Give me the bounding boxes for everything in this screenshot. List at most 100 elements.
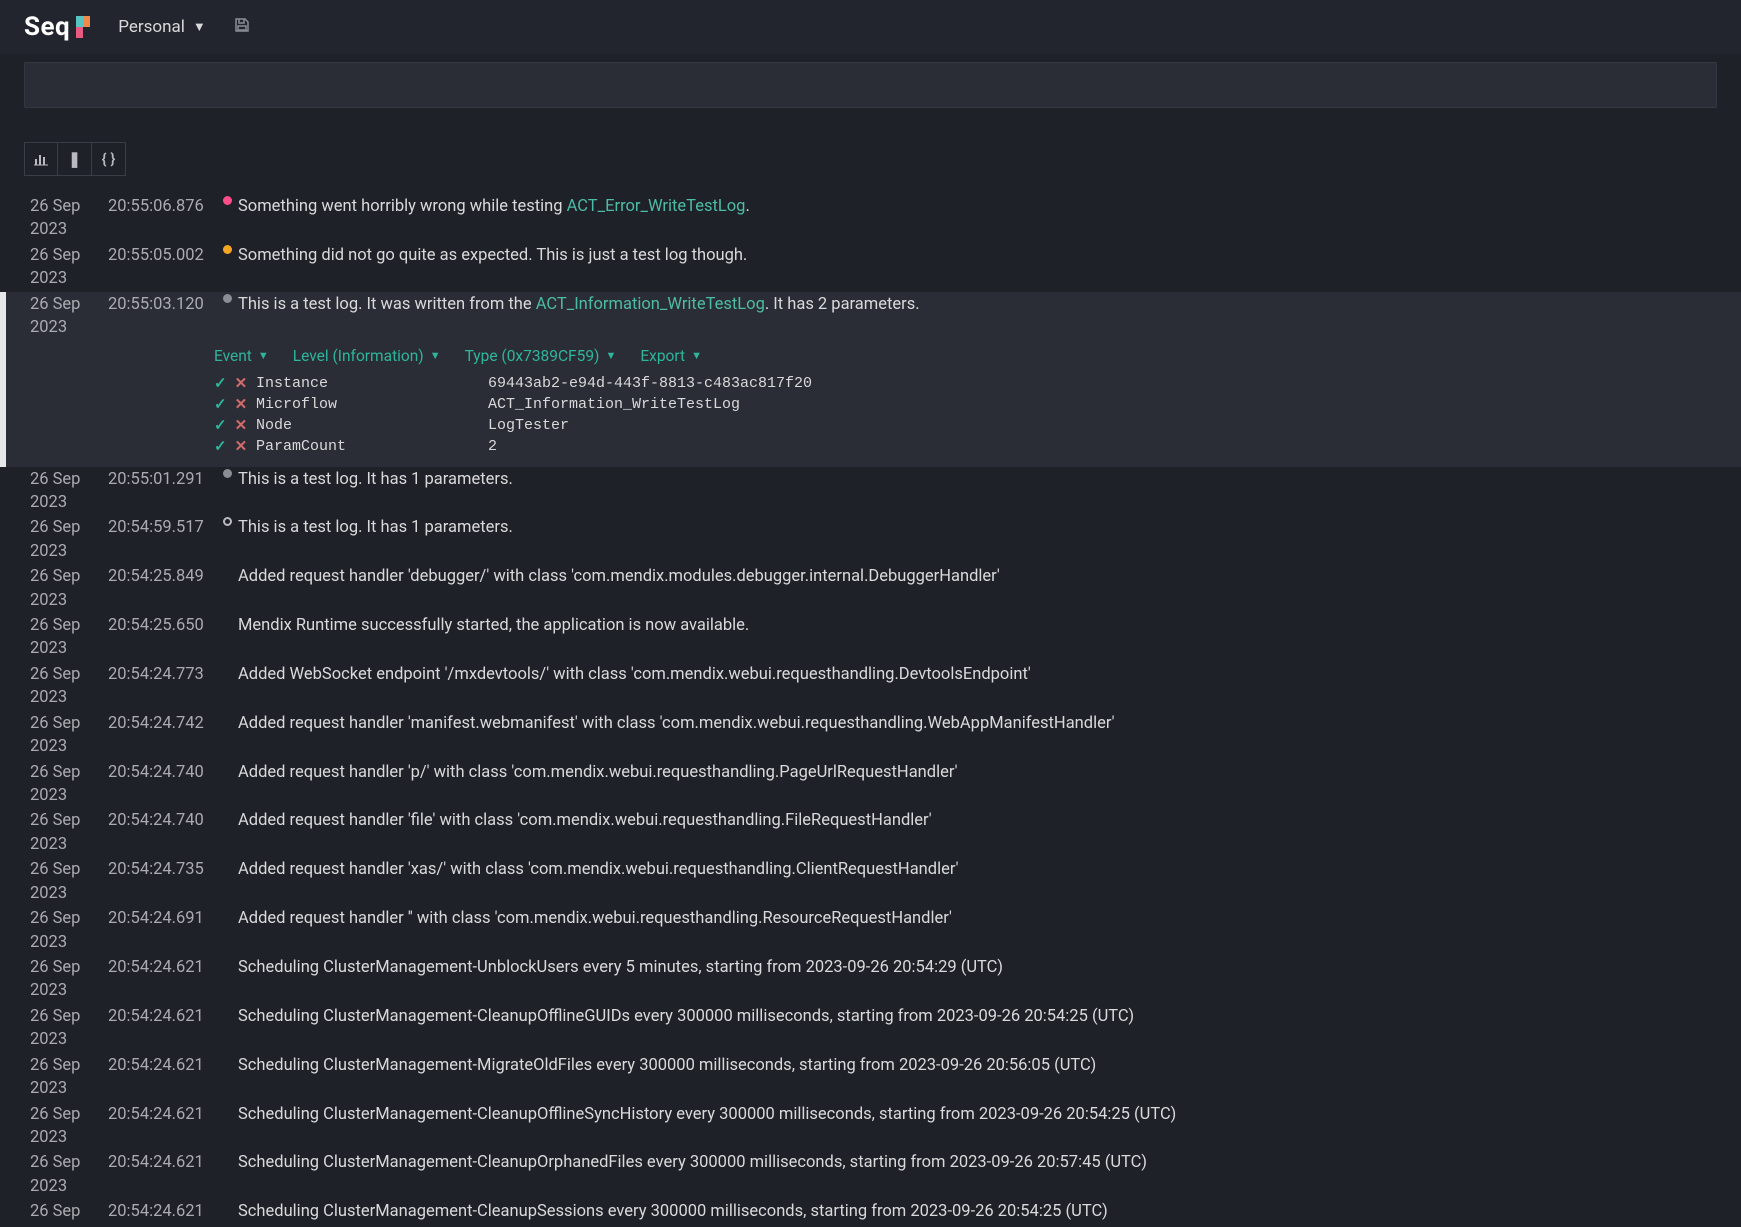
event-date: 26 Sep 2023 <box>30 565 108 612</box>
event-level <box>216 565 238 566</box>
event-message-link[interactable]: ACT_Information_WriteTestLog <box>536 295 765 314</box>
type-menu[interactable]: Type (0x7389CF59)▼ <box>465 347 617 365</box>
event-meta-bar: Event▼ Level (Information)▼ Type (0x7389CF… <box>214 347 1741 365</box>
event-date: 26 Sep 2023 <box>30 663 108 710</box>
event-date: 26 Sep 2023 <box>30 468 108 515</box>
event-date: 26 Sep 2023 <box>30 1200 108 1227</box>
exclude-filter-icon[interactable]: ✕ <box>235 395 248 414</box>
event-message: Something did not go quite as expected. … <box>238 244 1741 267</box>
event-menu[interactable]: Event▼ <box>214 347 269 365</box>
export-menu[interactable]: Export▼ <box>640 347 702 365</box>
event-level <box>216 244 238 254</box>
event-message: Something went horribly wrong while test… <box>238 195 1741 218</box>
event-message: Added request handler '' with class 'com… <box>238 907 1741 930</box>
event-time: 20:54:24.621 <box>108 1151 212 1174</box>
event-level <box>216 712 238 713</box>
event-date: 26 Sep 2023 <box>30 1103 108 1150</box>
event-message-text: Added request handler 'xas/' with class … <box>238 860 958 879</box>
include-filter-icon[interactable]: ✓ <box>214 395 227 414</box>
event-message: This is a test log. It was written from … <box>238 293 1741 316</box>
include-filter-icon[interactable]: ✓ <box>214 374 227 393</box>
exclude-filter-icon[interactable]: ✕ <box>235 416 248 435</box>
event-row[interactable]: 26 Sep 202320:55:01.291This is a test lo… <box>0 467 1741 516</box>
event-level <box>216 809 238 810</box>
event-time: 20:54:24.691 <box>108 907 212 930</box>
event-date: 26 Sep 2023 <box>30 956 108 1003</box>
event-date: 26 Sep 2023 <box>30 809 108 856</box>
event-level <box>216 1103 238 1104</box>
event-date: 26 Sep 2023 <box>30 293 108 340</box>
event-time: 20:55:01.291 <box>108 468 212 491</box>
event-row[interactable]: 26 Sep 202320:54:24.773Added WebSocket e… <box>0 662 1741 711</box>
event-message-text: Scheduling ClusterManagement-MigrateOldF… <box>238 1056 1096 1075</box>
event-row[interactable]: 26 Sep 202320:54:24.691Added request han… <box>0 906 1741 955</box>
event-message: Added request handler 'file' with class … <box>238 809 1741 832</box>
event-row[interactable]: 26 Sep 202320:54:24.621Scheduling Cluste… <box>0 1199 1741 1227</box>
event-row[interactable]: 26 Sep 202320:54:25.650Mendix Runtime su… <box>0 613 1741 662</box>
event-row[interactable]: 26 Sep 202320:54:24.621Scheduling Cluste… <box>0 1150 1741 1199</box>
property-row: ✓✕MicroflowACT_Information_WriteTestLog <box>214 394 1741 415</box>
event-row[interactable]: 26 Sep 202320:55:06.876Something went ho… <box>0 194 1741 243</box>
event-row[interactable]: 26 Sep 202320:54:24.740Added request han… <box>0 760 1741 809</box>
event-message: Scheduling ClusterManagement-CleanupOffl… <box>238 1103 1741 1126</box>
chart-button[interactable] <box>24 142 58 176</box>
event-message-link[interactable]: ACT_Error_WriteTestLog <box>567 197 746 216</box>
search-input[interactable] <box>24 62 1717 108</box>
logo[interactable]: Seq <box>24 12 90 42</box>
event-message-text: Added request handler 'manifest.webmanif… <box>238 714 1114 733</box>
save-icon[interactable] <box>234 17 250 38</box>
event-level <box>216 293 238 303</box>
event-row[interactable]: 26 Sep 202320:55:03.120 This is a test lo… <box>0 292 1741 341</box>
quote-button[interactable]: ❚ <box>58 142 92 176</box>
event-time: 20:54:24.621 <box>108 1103 212 1126</box>
event-message-text: This is a test log. It has 1 parameters. <box>238 518 513 537</box>
event-time: 20:54:24.735 <box>108 858 212 881</box>
json-button[interactable]: { } <box>92 142 126 176</box>
level-menu[interactable]: Level (Information)▼ <box>293 347 441 365</box>
workspace-select[interactable]: Personal ▼ <box>118 17 206 37</box>
event-level <box>216 468 238 478</box>
event-time: 20:54:24.740 <box>108 809 212 832</box>
property-row: ✓✕NodeLogTester <box>214 415 1741 436</box>
event-row[interactable]: 26 Sep 202320:54:24.742Added request han… <box>0 711 1741 760</box>
event-time: 20:54:59.517 <box>108 516 212 539</box>
toolbar: ❚ { } <box>0 108 1741 192</box>
include-filter-icon[interactable]: ✓ <box>214 416 227 435</box>
event-time: 20:55:03.120 <box>108 293 212 316</box>
event-level <box>216 858 238 859</box>
exclude-filter-icon[interactable]: ✕ <box>235 374 248 393</box>
search-bar <box>0 54 1741 108</box>
event-row[interactable]: 26 Sep 202320:54:25.849Added request han… <box>0 564 1741 613</box>
event-message: Mendix Runtime successfully started, the… <box>238 614 1741 637</box>
event-row[interactable]: 26 Sep 202320:54:59.517This is a test lo… <box>0 515 1741 564</box>
event-time: 20:55:06.876 <box>108 195 212 218</box>
event-time: 20:54:25.849 <box>108 565 212 588</box>
event-message: Scheduling ClusterManagement-CleanupOffl… <box>238 1005 1741 1028</box>
event-row[interactable]: 26 Sep 202320:54:24.621Scheduling Cluste… <box>0 1053 1741 1102</box>
event-message: Added request handler 'manifest.webmanif… <box>238 712 1741 735</box>
event-message-text: Mendix Runtime successfully started, the… <box>238 616 749 635</box>
event-message-text: Scheduling ClusterManagement-UnblockUser… <box>238 958 1003 977</box>
event-level <box>216 614 238 615</box>
event-message-text: Added request handler '' with class 'com… <box>238 909 952 928</box>
event-row[interactable]: 26 Sep 202320:54:24.621 Scheduling Cluste… <box>0 1102 1741 1151</box>
logo-mark-icon <box>76 16 90 38</box>
event-date: 26 Sep 2023 <box>30 858 108 905</box>
event-row[interactable]: 26 Sep 202320:54:24.735 Added request han… <box>0 857 1741 906</box>
event-time: 20:54:24.621 <box>108 1005 212 1028</box>
event-time: 20:54:24.621 <box>108 1200 212 1223</box>
event-row[interactable]: 26 Sep 202320:55:05.002Something did not… <box>0 243 1741 292</box>
events-list: 26 Sep 2023 20:55:06.876 Something went ho… <box>0 192 1741 1227</box>
chevron-down-icon: ▼ <box>691 349 702 362</box>
property-value: 2 <box>488 438 497 455</box>
event-row[interactable]: 26 Sep 202320:54:24.740 Added request han… <box>0 808 1741 857</box>
include-filter-icon[interactable]: ✓ <box>214 437 227 456</box>
property-key: Instance <box>256 375 488 392</box>
event-date: 26 Sep 2023 <box>30 761 108 808</box>
event-message-text: Added WebSocket endpoint '/mxdevtools/' … <box>238 665 1031 684</box>
event-row[interactable]: 26 Sep 202320:54:24.621Scheduling Cluste… <box>0 1004 1741 1053</box>
property-key: Node <box>256 417 488 434</box>
event-message-text: This is a test log. It was written from … <box>238 295 536 314</box>
exclude-filter-icon[interactable]: ✕ <box>235 437 248 456</box>
event-row[interactable]: 26 Sep 202320:54:24.621Scheduling Cluste… <box>0 955 1741 1004</box>
